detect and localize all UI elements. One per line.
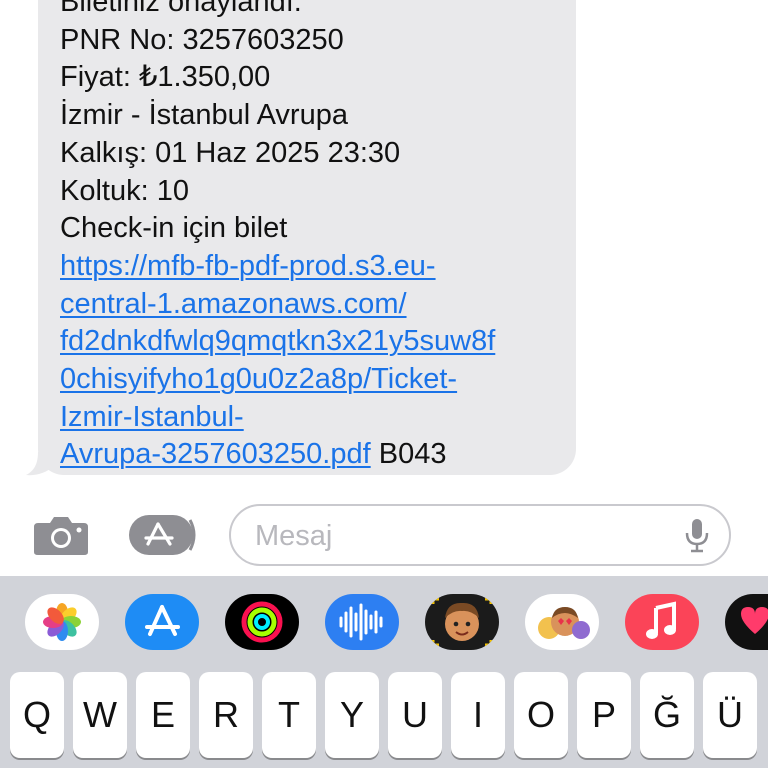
audio-message-app-icon[interactable]: [325, 594, 399, 650]
ticket-link[interactable]: https://mfb-fb-pdf-prod.s3.eu-: [60, 250, 436, 282]
app-store-icon: [129, 515, 196, 555]
message-input[interactable]: [253, 514, 677, 558]
key-r[interactable]: R: [199, 672, 253, 758]
app-store-app-icon[interactable]: [125, 594, 199, 650]
message-line-price: Fiyat: ₺1.350,00: [60, 61, 271, 94]
key-i[interactable]: I: [451, 672, 505, 758]
message-line-departure: Kalkış: 01 Haz 2025 23:30: [60, 136, 401, 169]
key-u[interactable]: U: [388, 672, 442, 758]
received-message-bubble: Biletiniz onaylandı. PNR No: 3257603250 …: [38, 0, 576, 475]
ticket-link-line: fd2dnkdfwlq9qmqtkn3x21y5suw8f: [60, 323, 576, 361]
music-app-icon[interactable]: [625, 594, 699, 650]
key-t[interactable]: T: [262, 672, 316, 758]
key-q[interactable]: Q: [10, 672, 64, 758]
memoji-app-icon[interactable]: [425, 594, 499, 650]
keyboard-row-1: Q W E R T Y U I O P Ğ Ü: [0, 672, 768, 768]
apps-button[interactable]: [128, 514, 198, 556]
bubble-tail: [26, 452, 60, 476]
microphone-icon[interactable]: [683, 518, 711, 554]
key-p[interactable]: P: [577, 672, 631, 758]
photos-app-icon[interactable]: [25, 594, 99, 650]
ticket-link-line: https://mfb-fb-pdf-prod.s3.eu-: [60, 248, 576, 286]
key-w[interactable]: W: [73, 672, 127, 758]
key-u-umlaut[interactable]: Ü: [703, 672, 757, 758]
ticket-link-line: Avrupa-3257603250.pdf B043: [60, 436, 576, 474]
ticket-link[interactable]: central-1.amazonaws.com/: [60, 288, 407, 320]
keyboard: Q W E R T Y U I O P Ğ Ü: [0, 576, 768, 768]
message-field[interactable]: [229, 504, 731, 566]
ticket-link-line: Izmir-Istanbul-: [60, 399, 576, 437]
key-g-breve[interactable]: Ğ: [640, 672, 694, 758]
ticket-link-line: 0chisyifyho1g0u0z2a8p/Ticket-: [60, 361, 576, 399]
app-strip: [0, 576, 768, 668]
key-o[interactable]: O: [514, 672, 568, 758]
message-line-pnr: PNR No: 3257603250: [60, 23, 344, 56]
digital-touch-app-icon[interactable]: [725, 594, 768, 650]
message-line-route: İzmir - İstanbul Avrupa: [60, 99, 348, 132]
ticket-link[interactable]: Avrupa-3257603250.pdf: [60, 438, 371, 470]
camera-icon: [34, 517, 88, 555]
ticket-link[interactable]: Izmir-Istanbul-: [60, 401, 244, 433]
message-line-confirmation: Biletiniz onaylandı.: [60, 0, 302, 18]
ticket-link[interactable]: 0chisyifyho1g0u0z2a8p/Ticket-: [60, 363, 457, 395]
camera-button[interactable]: [32, 514, 90, 556]
key-e[interactable]: E: [136, 672, 190, 758]
key-y[interactable]: Y: [325, 672, 379, 758]
message-suffix-code: B043: [370, 438, 447, 471]
message-line-checkin: Check-in için bilet: [60, 212, 288, 245]
fitness-app-icon[interactable]: [225, 594, 299, 650]
ticket-link[interactable]: fd2dnkdfwlq9qmqtkn3x21y5suw8f: [60, 325, 495, 357]
ticket-link-line: central-1.amazonaws.com/: [60, 286, 576, 324]
message-line-seat: Koltuk: 10: [60, 174, 189, 207]
memoji-stickers-app-icon[interactable]: [525, 594, 599, 650]
